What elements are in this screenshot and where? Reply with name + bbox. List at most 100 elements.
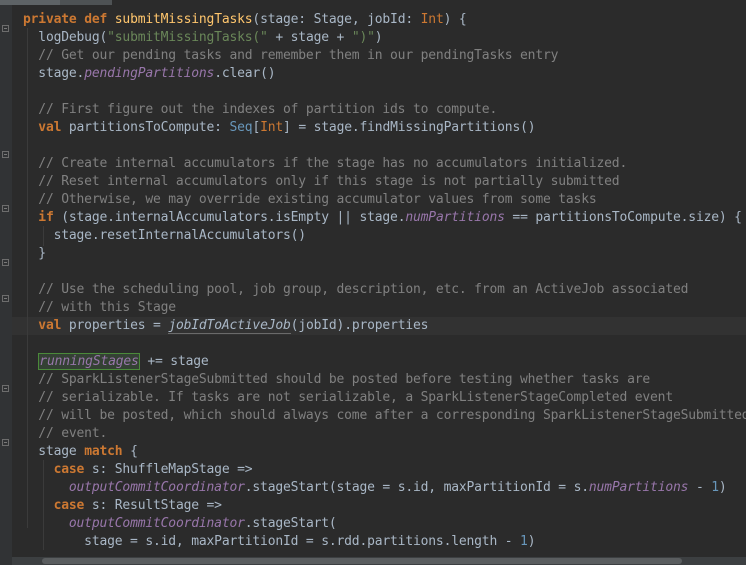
code-token: .clear() — [214, 66, 276, 81]
code-token: case — [53, 498, 92, 513]
fold-marker-icon[interactable] — [2, 205, 9, 212]
code-line[interactable]: case s: ResultStage => — [23, 497, 746, 515]
code-comment: // First figure out the indexes of parti… — [23, 102, 498, 117]
code-line[interactable] — [23, 83, 746, 101]
code-line[interactable]: // with this Stage — [23, 299, 746, 317]
code-line[interactable]: // Reset internal accumulators only if t… — [23, 173, 746, 191]
fold-marker-icon[interactable] — [2, 25, 9, 32]
code-token: val — [38, 318, 69, 333]
code-token: logDebug( — [23, 30, 108, 45]
code-token: outputCommitCoordinator — [68, 480, 245, 495]
code-line[interactable]: // Use the scheduling pool, job group, d… — [23, 281, 746, 299]
code-token: += stage — [139, 354, 209, 369]
code-line[interactable] — [23, 137, 746, 155]
code-token: ) — [374, 30, 383, 45]
code-line[interactable]: private def submitMissingTasks(stage: St… — [23, 11, 746, 29]
code-line[interactable]: val partitionsToCompute: Seq[Int] = stag… — [23, 119, 746, 137]
code-token: val — [38, 120, 69, 135]
code-line[interactable]: // event. — [23, 425, 746, 443]
code-line[interactable]: runningStages += stage — [23, 353, 746, 371]
fold-marker-icon[interactable] — [2, 295, 9, 302]
horizontal-scrollbar[interactable] — [12, 557, 746, 565]
code-line[interactable]: // serializable. If tasks are not serial… — [23, 389, 746, 407]
code-token: (stage.internalAccumulators.isEmpty || s… — [61, 210, 406, 225]
code-token: .stageStart(stage = s.id, maxPartitionId… — [244, 480, 589, 495]
code-comment: // Reset internal accumulators only if t… — [23, 174, 620, 189]
code-line[interactable]: stage.resetInternalAccumulators() — [23, 227, 746, 245]
code-comment: // will be posted, which should always c… — [23, 408, 746, 423]
code-token: s: ShuffleMapStage => — [91, 462, 253, 477]
code-token: 1 — [711, 480, 719, 495]
editor-tab-strip[interactable] — [0, 0, 112, 5]
code-token: stage. — [23, 66, 85, 81]
code-line[interactable]: if (stage.internalAccumulators.isEmpty |… — [23, 209, 746, 227]
code-token: partitionsToCompute: — [68, 120, 230, 135]
string-literal: ")" — [351, 30, 375, 45]
code-line[interactable]: stage match { — [23, 443, 746, 461]
code-token: + stage + — [267, 30, 352, 45]
code-line[interactable] — [23, 263, 746, 281]
code-token: case — [53, 462, 92, 477]
code-line[interactable]: case s: ShuffleMapStage => — [23, 461, 746, 479]
scrollbar-thumb[interactable] — [42, 558, 682, 564]
code-token: Int — [260, 120, 284, 135]
fold-marker-icon[interactable] — [2, 385, 9, 392]
code-token: [ — [252, 120, 261, 135]
code-token: ) — [718, 480, 727, 495]
fold-marker-icon[interactable] — [2, 259, 9, 266]
code-line[interactable]: // will be posted, which should always c… — [23, 407, 746, 425]
code-comment: // serializable. If tasks are not serial… — [23, 390, 673, 405]
code-line[interactable] — [23, 335, 746, 353]
code-comment: // event. — [23, 426, 108, 441]
code-token: ) — [527, 534, 536, 549]
code-line[interactable]: outputCommitCoordinator.stageStart(stage… — [23, 479, 746, 497]
code-token: stage.resetInternalAccumulators() — [23, 228, 307, 243]
code-line[interactable]: val properties = jobIdToActiveJob(jobId)… — [23, 317, 746, 335]
code-line[interactable]: // Get our pending tasks and remember th… — [23, 47, 746, 65]
code-token: Int — [420, 12, 444, 27]
code-token: 1 — [520, 534, 528, 549]
code-comment: // with this Stage — [23, 300, 176, 315]
code-token: outputCommitCoordinator — [68, 516, 245, 531]
code-token: runningStages — [38, 353, 140, 370]
code-token: private — [23, 12, 85, 27]
code-comment: // Get our pending tasks and remember th… — [23, 48, 559, 63]
fold-marker-icon[interactable] — [2, 151, 9, 158]
code-line[interactable]: outputCommitCoordinator.stageStart( — [23, 515, 746, 533]
code-token: stage = s.id, maxPartitionId = s.rdd.par… — [23, 534, 521, 549]
code-line[interactable]: } — [23, 245, 746, 263]
fold-marker-icon[interactable] — [2, 439, 9, 446]
code-token: .stageStart( — [244, 516, 337, 531]
code-token: == partitionsToCompute.size) { — [504, 210, 742, 225]
code-token: - — [688, 480, 712, 495]
code-token: s: ResultStage => — [91, 498, 222, 513]
code-token: stage — [23, 444, 85, 459]
code-line[interactable]: stage.pendingPartitions.clear() — [23, 65, 746, 83]
code-lines[interactable]: private def submitMissingTasks(stage: St… — [23, 11, 746, 551]
code-editor[interactable]: private def submitMissingTasks(stage: St… — [0, 0, 746, 565]
code-comment: // SparkListenerStageSubmitted should be… — [23, 372, 651, 387]
code-token: if — [38, 210, 62, 225]
code-line[interactable]: // Otherwise, we may override existing a… — [23, 191, 746, 209]
code-token: def — [84, 12, 115, 27]
code-line[interactable]: // SparkListenerStageSubmitted should be… — [23, 371, 746, 389]
code-line[interactable]: // First figure out the indexes of parti… — [23, 101, 746, 119]
code-token: } — [23, 246, 46, 261]
code-line[interactable]: stage = s.id, maxPartitionId = s.rdd.par… — [23, 533, 746, 551]
code-token: numPartitions — [588, 480, 689, 495]
code-token: properties = — [68, 318, 169, 333]
editor-gutter[interactable] — [0, 0, 12, 565]
code-line[interactable]: // Create internal accumulators if the s… — [23, 155, 746, 173]
code-token: ) { — [443, 12, 467, 27]
code-comment: // Use the scheduling pool, job group, d… — [23, 282, 689, 297]
code-comment: // Otherwise, we may override existing a… — [23, 192, 597, 207]
code-line[interactable]: logDebug("submitMissingTasks(" + stage +… — [23, 29, 746, 47]
